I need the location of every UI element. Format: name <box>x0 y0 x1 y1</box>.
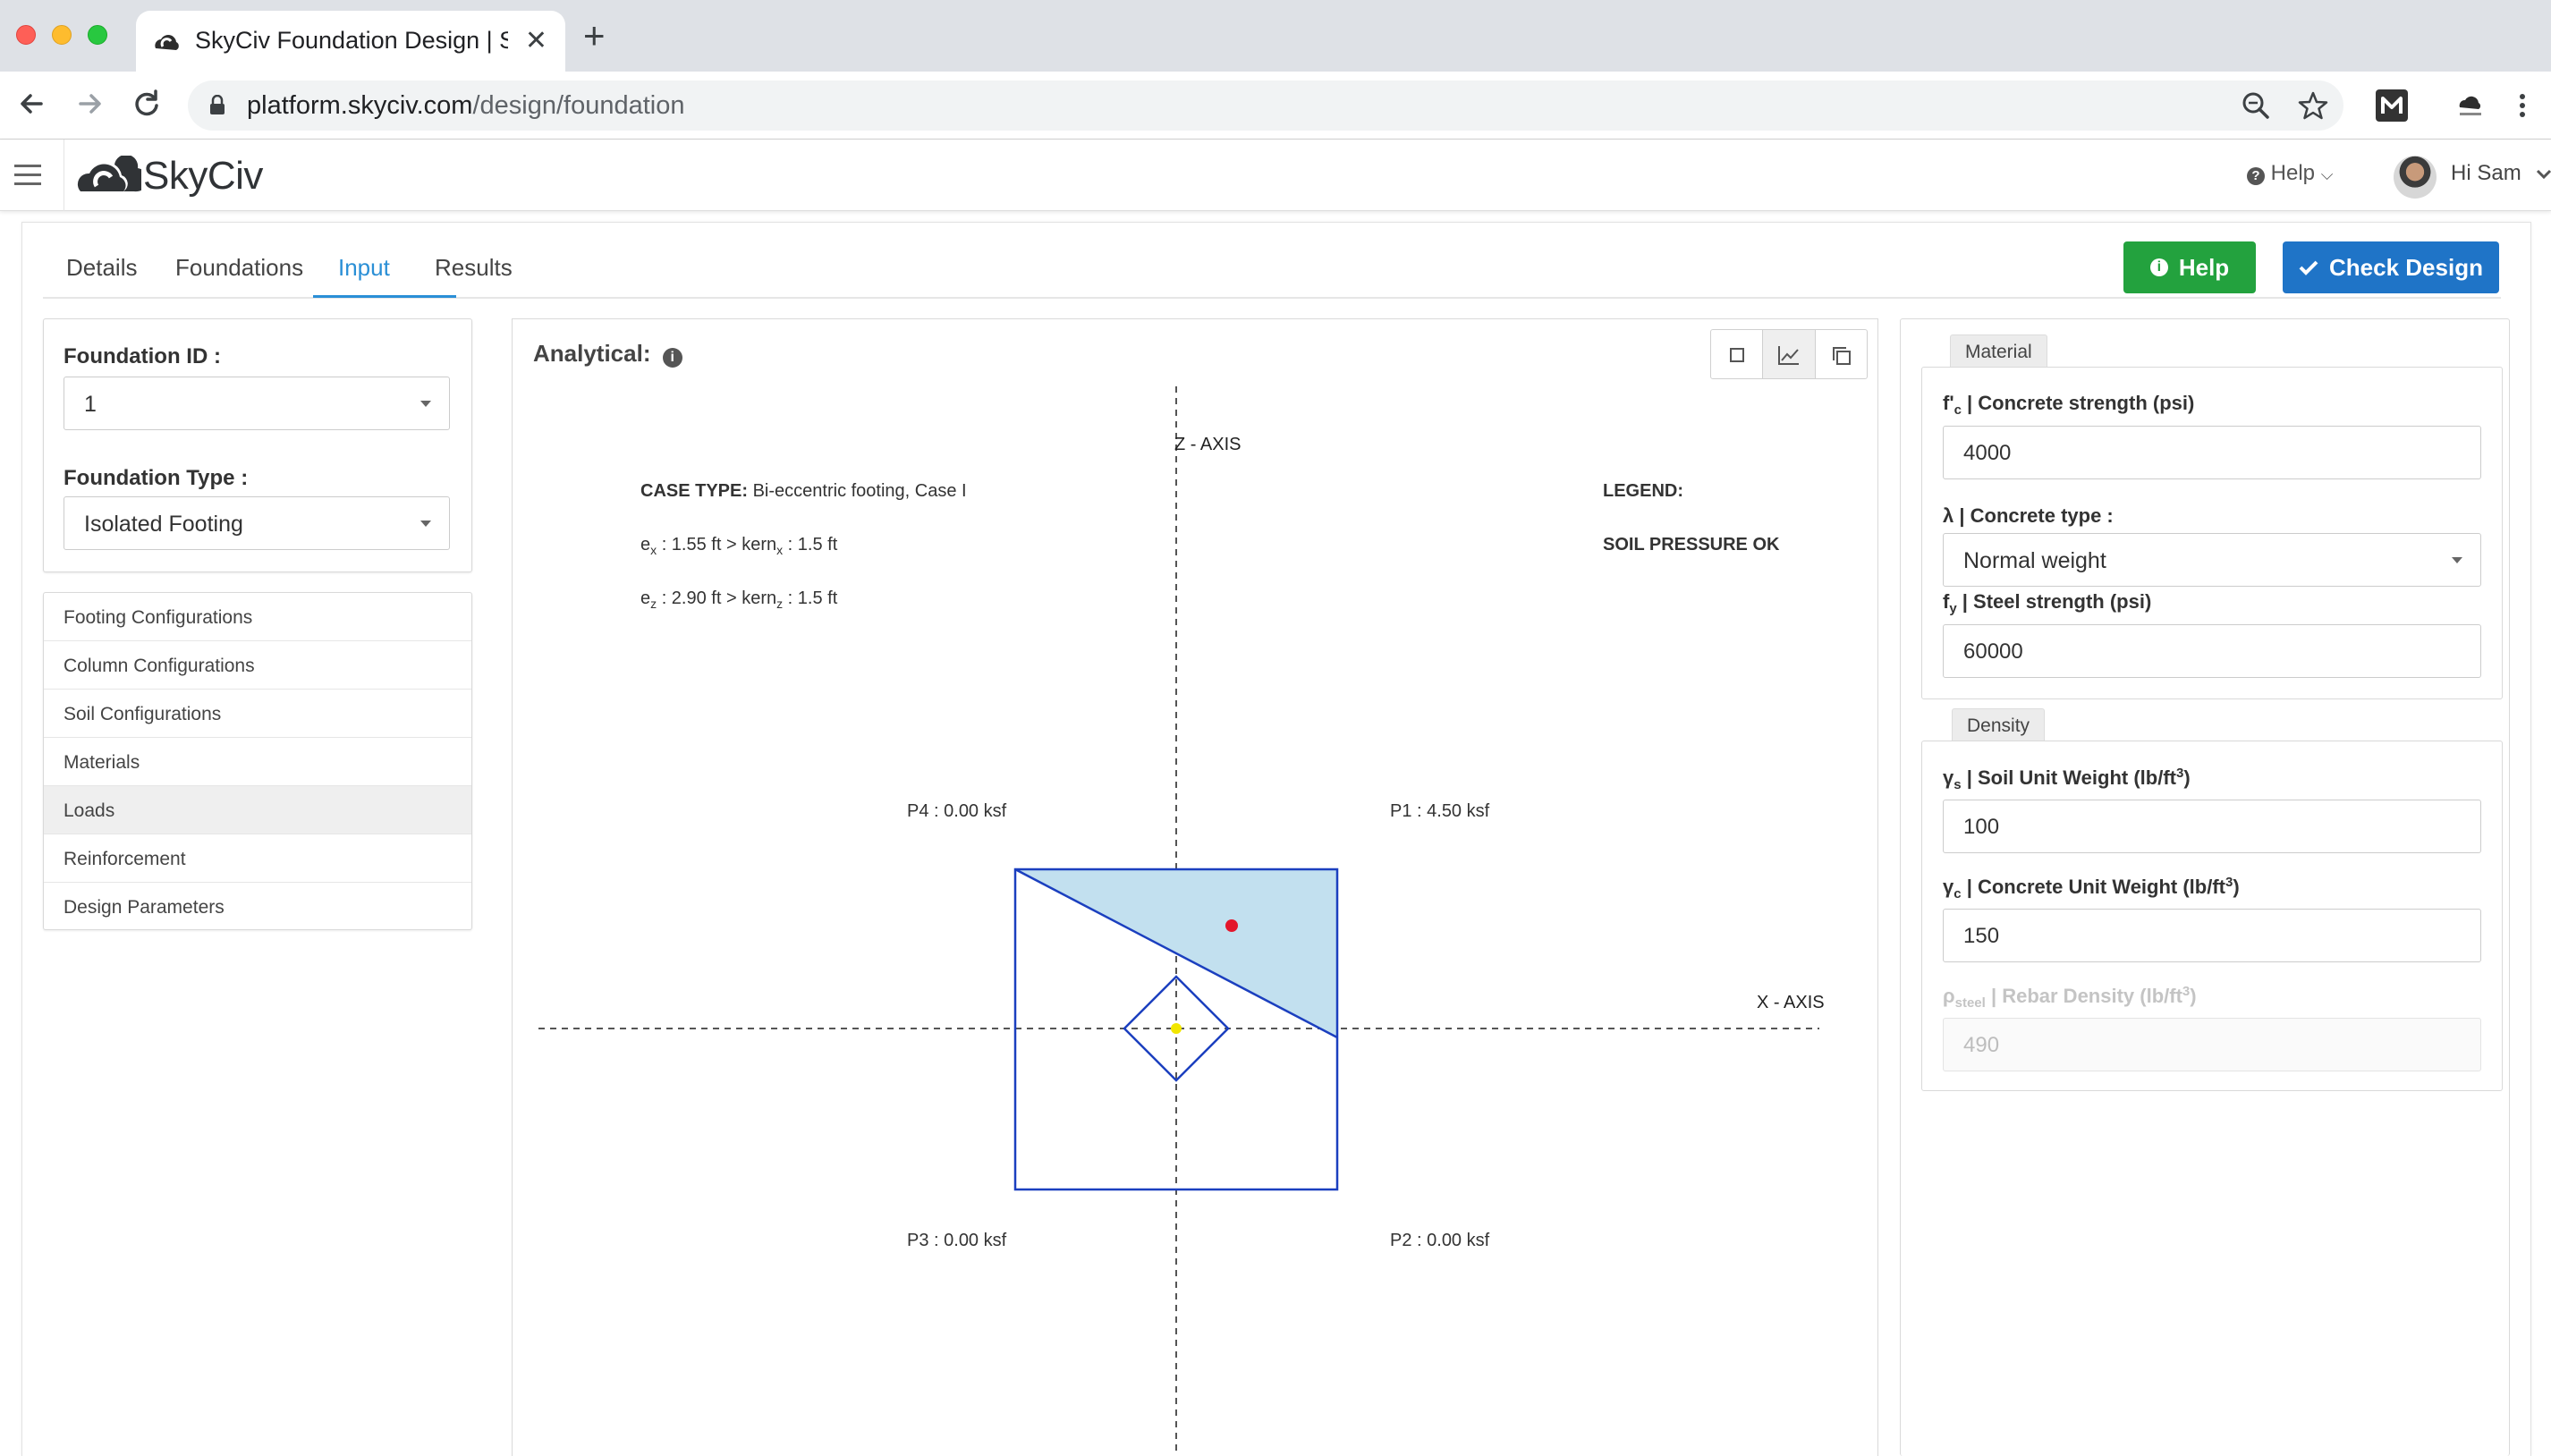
centroid-marker <box>1171 1023 1182 1034</box>
rebar-density-value: 490 <box>1963 1033 2000 1057</box>
ez-eccentricity-text: ez : 2.90 ft > kernz : 1.5 ft <box>640 588 838 611</box>
soil-unit-weight-value: 100 <box>1963 815 2000 839</box>
p4-pressure-label: P4 : 0.00 ksf <box>907 801 1007 821</box>
ex-eccentricity-text: ex : 1.55 ft > kernx : 1.5 ft <box>640 535 838 557</box>
concrete-strength-value: 4000 <box>1963 441 2012 465</box>
legend-label: LEGEND: <box>1603 481 1683 501</box>
concrete-unit-weight-value: 150 <box>1963 924 2000 948</box>
steel-strength-input[interactable]: 60000 <box>1943 624 2481 678</box>
steel-strength-value: 60000 <box>1963 639 2023 664</box>
rebar-density-label: ρsteel | Rebar Density (lb/ft3) <box>1943 984 2197 1011</box>
legend-status: SOIL PRESSURE OK <box>1603 535 1780 554</box>
p3-pressure-label: P3 : 0.00 ksf <box>907 1231 1007 1250</box>
soil-unit-weight-input[interactable]: 100 <box>1943 800 2481 853</box>
concrete-strength-input[interactable]: 4000 <box>1943 426 2481 479</box>
concrete-unit-weight-input[interactable]: 150 <box>1943 909 2481 962</box>
p2-pressure-label: P2 : 0.00 ksf <box>1390 1231 1490 1250</box>
x-axis-label: X - AXIS <box>1757 993 1825 1012</box>
soil-unit-weight-label: γs | Soil Unit Weight (lb/ft3) <box>1943 766 2191 792</box>
p1-pressure-label: P1 : 4.50 ksf <box>1390 801 1490 821</box>
caret-down-icon <box>2452 557 2462 563</box>
concrete-unit-weight-label: γc | Concrete Unit Weight (lb/ft3) <box>1943 875 2240 902</box>
concrete-type-label: λ | Concrete type : <box>1943 504 2114 527</box>
steel-strength-label: fy | Steel strength (psi) <box>1943 590 2152 616</box>
density-section-tag: Density <box>1952 708 2046 741</box>
material-section-tag: Material <box>1950 334 2047 367</box>
case-type-text: CASE TYPE: Bi-eccentric footing, Case I <box>640 481 967 501</box>
z-axis-label: Z - AXIS <box>1174 435 1242 454</box>
rebar-density-input: 490 <box>1943 1018 2481 1071</box>
load-point-marker <box>1225 919 1238 932</box>
concrete-type-value: Normal weight <box>1963 548 2106 573</box>
concrete-strength-label: f'c | Concrete strength (psi) <box>1943 392 2195 418</box>
concrete-type-select[interactable]: Normal weight <box>1943 533 2481 587</box>
